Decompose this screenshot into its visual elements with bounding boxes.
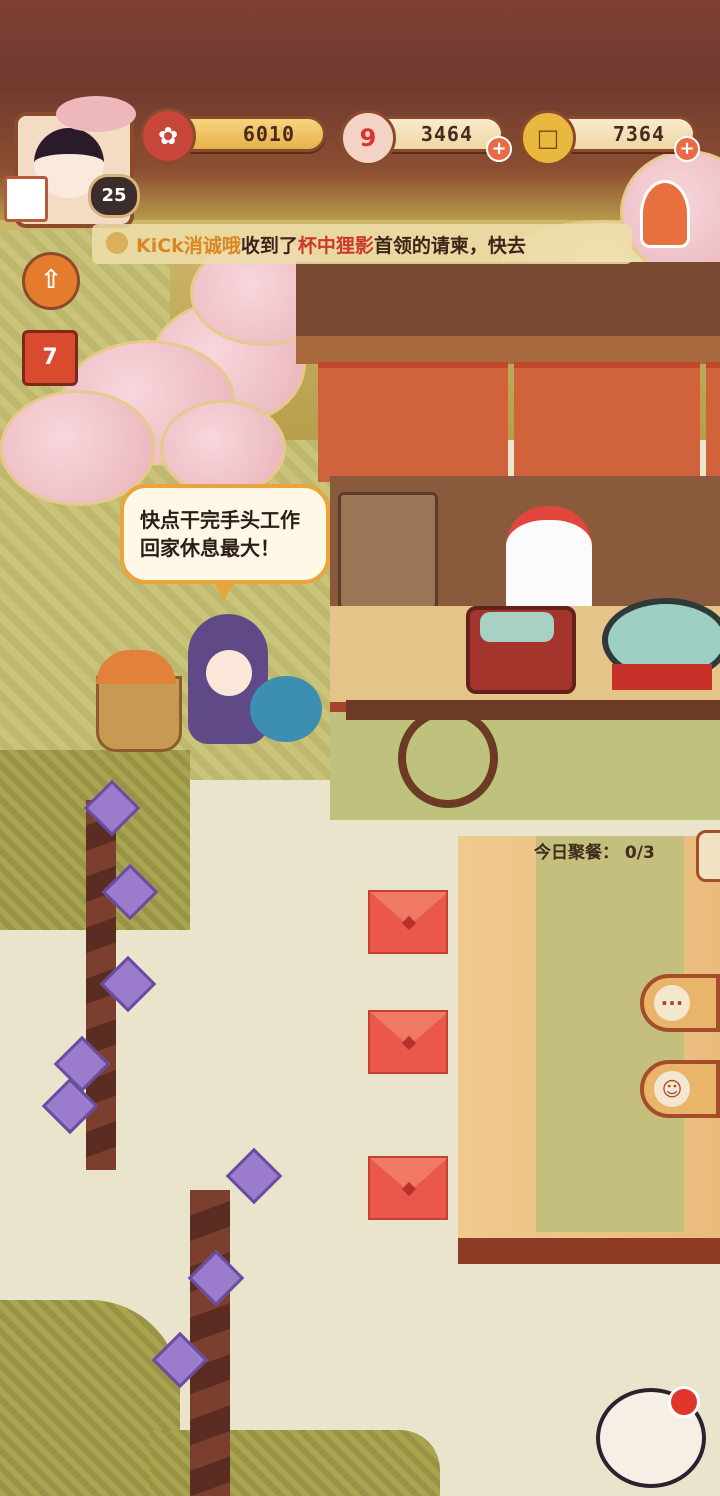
table-expand-tab[interactable] (696, 830, 720, 882)
avatar-flower-crown (56, 96, 136, 132)
calendar-day: 7 (42, 345, 58, 370)
red-envelope-invitation[interactable] (368, 890, 448, 954)
stall-curtain (706, 362, 720, 482)
add-coin-button[interactable]: + (674, 136, 700, 162)
today-dinner-label: 今日聚餐： (534, 843, 619, 863)
cart-wheel (398, 708, 498, 808)
blossom-cloud (160, 400, 286, 496)
marquee-request-source: 杯中狸影 (297, 234, 374, 257)
red-envelope-invitation[interactable] (368, 1010, 448, 1074)
chat-button[interactable]: ··· (640, 974, 720, 1032)
table-base (458, 1238, 720, 1264)
character-icon: ☺ (654, 1071, 690, 1107)
vegetable-basket (96, 676, 182, 752)
speech-line-2: 回家休息最大！ (140, 536, 280, 560)
announcement-marquee: KiCk消诚哦 收到了 杯中狸影 首领的请柬，快去 (92, 224, 632, 264)
character-button[interactable]: ☺ (640, 1060, 720, 1118)
marquee-text-a: 收到了 (240, 234, 298, 257)
marquee-text-b: 首领的请柬，快去 (373, 234, 526, 257)
level-badge: 25 (88, 174, 140, 218)
stall-roof-beam (296, 336, 720, 364)
fish-ornament-icon[interactable] (640, 180, 690, 248)
speech-bubble: 快点干完手头工作 回家休息最大！ (120, 484, 330, 584)
blue-spirit-pet (250, 676, 322, 742)
today-dinner-counter: 今日聚餐： 0/3 (534, 838, 655, 863)
stall-roof (296, 262, 720, 342)
chef-character (506, 506, 592, 620)
currency-magatama-value: 3464 (420, 122, 473, 146)
steamer-water (480, 612, 554, 642)
currency-coin-value: 7364 (612, 122, 665, 146)
stall-curtain (318, 362, 508, 482)
arrow-up-lantern-icon: ⇧ (40, 265, 62, 295)
table-mat (536, 836, 684, 1232)
stall-curtain (514, 362, 700, 482)
coin-icon: □ (520, 110, 576, 166)
plum-blossom-icon: ✿ (140, 108, 196, 164)
stove-fire (612, 664, 712, 690)
character-face (206, 650, 252, 696)
red-envelope-invitation[interactable] (368, 1156, 448, 1220)
calendar-button[interactable]: 7 (22, 330, 78, 386)
chat-bubble-icon: ··· (654, 985, 690, 1021)
speech-line-1: 快点干完手头工作 (140, 508, 300, 532)
speech-bubble-tail (212, 580, 236, 600)
cart-frame (346, 700, 720, 720)
marquee-player: KiCk消诚哦 (136, 234, 241, 257)
add-magatama-button[interactable]: + (486, 136, 512, 162)
today-dinner-count: 0/3 (624, 843, 655, 863)
notification-dot (668, 1386, 700, 1418)
calendar-task-icon[interactable] (4, 176, 48, 222)
cutting-board (338, 492, 438, 610)
trellis-center (190, 1190, 230, 1496)
magatama-icon: 9 (340, 110, 396, 166)
marquee-flower-icon (106, 232, 128, 254)
lantern-up-button[interactable]: ⇧ (22, 252, 80, 310)
currency-plum-value: 6010 (242, 122, 295, 146)
